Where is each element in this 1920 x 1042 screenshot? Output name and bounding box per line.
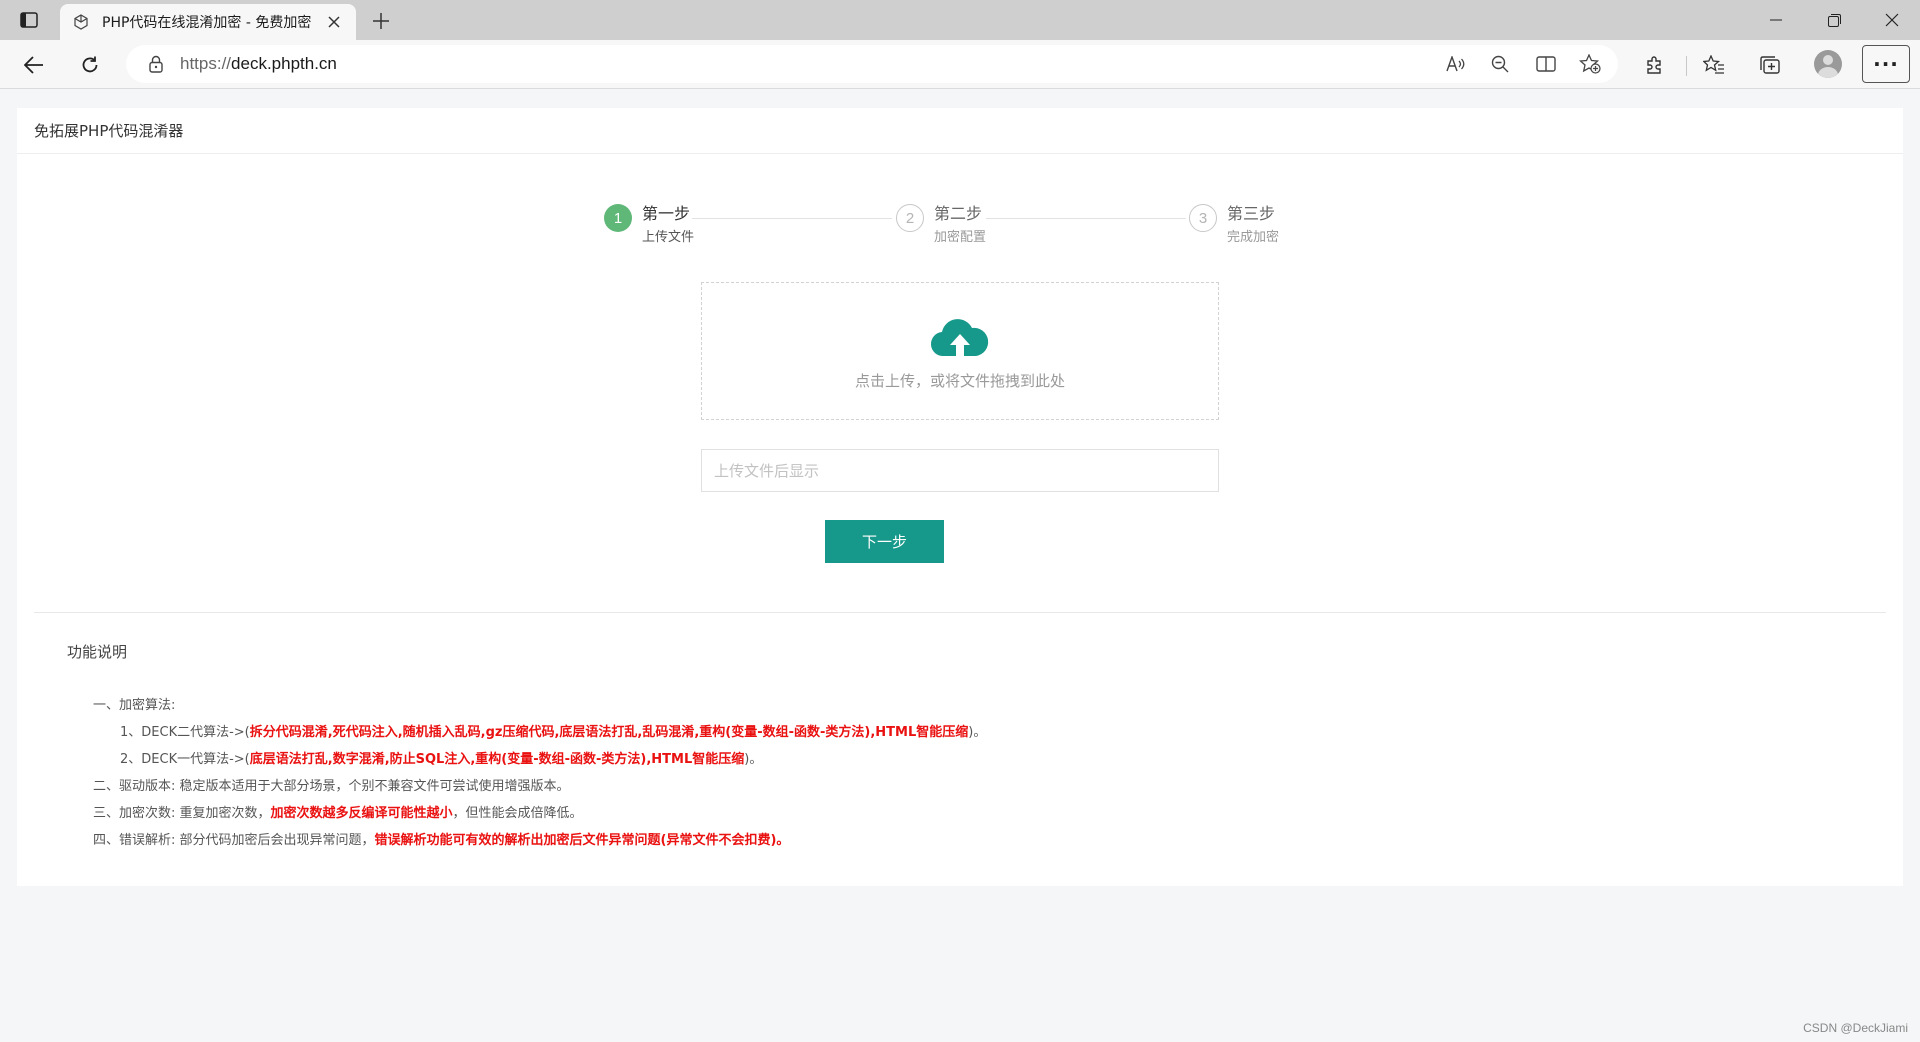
step-2-number: 2 (896, 204, 924, 232)
obfuscator-card: 免拓展PHP代码混淆器 1 第一步 上传文件 2 第二步 加密配置 3 第三步 … (17, 108, 1903, 886)
page-title: 免拓展PHP代码混淆器 (34, 122, 184, 140)
item-text: ，但性能会成倍降低。 (452, 806, 583, 821)
cloud-upload-icon (930, 318, 989, 356)
card-header: 免拓展PHP代码混淆器 (17, 108, 1903, 154)
new-tab-icon[interactable] (366, 6, 396, 36)
list-item: 四、错误解析: 部分代码加密后会出现异常问题，错误解析功能可有效的解析出加密后文… (93, 827, 986, 854)
step-3-title: 第三步 (1227, 204, 1276, 223)
item-text: )。 (744, 752, 763, 767)
favorites-icon[interactable] (1694, 48, 1734, 82)
extensions-icon[interactable] (1634, 48, 1674, 82)
item-text: )。 (968, 725, 987, 740)
item-text: 三、加密次数: 重复加密次数， (93, 806, 271, 821)
url-host: deck.phpth.cn (231, 54, 337, 73)
step-3-number: 3 (1189, 204, 1217, 232)
restore-icon[interactable] (1806, 0, 1862, 40)
tab-close-icon[interactable] (324, 12, 344, 32)
profile-avatar[interactable] (1814, 50, 1842, 78)
toolbar-separator (1686, 56, 1687, 76)
browser-tab-bar: PHP代码在线混淆加密 - 免费加密 (0, 0, 1920, 40)
step-indicator: 1 第一步 上传文件 2 第二步 加密配置 3 第三步 完成加密 (604, 200, 1304, 250)
item-text: 四、错误解析: 部分代码加密后会出现异常问题， (93, 833, 375, 848)
list-item: 二、驱动版本: 稳定版本适用于大部分场景，个别不兼容文件可尝试使用增强版本。 (93, 773, 986, 800)
browser-tab-active[interactable]: PHP代码在线混淆加密 - 免费加密 (60, 4, 356, 40)
list-item: 2、DECK一代算法->(底层语法打乱,数字混淆,防止SQL注入,重构(变量-数… (93, 746, 986, 773)
back-arrow-icon[interactable] (16, 48, 52, 82)
item-text: 1、DECK二代算法->( (120, 725, 250, 740)
step-1-desc: 上传文件 (642, 230, 695, 245)
url-text: https://deck.phpth.cn (180, 54, 337, 74)
feature-description-list: 一、加密算法: 1、DECK二代算法->(拆分代码混淆,死代码注入,随机插入乱码… (93, 692, 986, 854)
read-aloud-icon[interactable] (1436, 45, 1476, 83)
tab-title: PHP代码在线混淆加密 - 免费加密 (102, 15, 312, 31)
file-upload-dropzone[interactable]: 点击上传，或将文件拖拽到此处 (701, 282, 1219, 420)
item-highlight: 拆分代码混淆,死代码注入,随机插入乱码,gz压缩代码,底层语法打乱,乱码混淆,重… (249, 725, 969, 740)
zoom-out-icon[interactable] (1480, 45, 1520, 83)
step-1-title: 第一步 (642, 204, 691, 223)
step-1-number: 1 (604, 204, 632, 232)
list-item: 三、加密次数: 重复加密次数，加密次数越多反编译可能性越小，但性能会成倍降低。 (93, 800, 986, 827)
address-bar[interactable]: https://deck.phpth.cn (126, 45, 1618, 83)
browser-toolbar: https://deck.phpth.cn ··· (0, 40, 1920, 89)
feature-description-title: 功能说明 (67, 643, 128, 661)
next-step-button[interactable]: 下一步 (825, 520, 944, 563)
step-2-desc: 加密配置 (934, 230, 987, 245)
refresh-icon[interactable] (72, 48, 108, 82)
close-window-icon[interactable] (1864, 0, 1920, 40)
collections-icon[interactable] (1750, 48, 1790, 82)
split-screen-icon[interactable] (1526, 45, 1566, 83)
minimize-icon[interactable] (1748, 0, 1804, 40)
item-text: 一、加密算法: (93, 698, 176, 713)
step-connector-line (986, 218, 1186, 219)
watermark: CSDN @DeckJiami (1803, 1021, 1908, 1035)
list-item: 1、DECK二代算法->(拆分代码混淆,死代码注入,随机插入乱码,gz压缩代码,… (93, 719, 986, 746)
item-highlight: 错误解析功能可有效的解析出加密后文件异常问题(异常文件不会扣费)。 (374, 833, 790, 848)
item-highlight: 加密次数越多反编译可能性越小 (270, 806, 453, 821)
add-favorite-icon[interactable] (1570, 45, 1610, 83)
more-menu-icon[interactable]: ··· (1862, 45, 1910, 83)
item-text: 2、DECK一代算法->( (120, 752, 250, 767)
list-item: 一、加密算法: (93, 692, 986, 719)
step-3-desc: 完成加密 (1227, 230, 1280, 245)
step-2-title: 第二步 (934, 204, 983, 223)
lock-icon[interactable] (136, 45, 176, 83)
tab-actions-icon[interactable] (10, 6, 48, 34)
upload-hint: 点击上传，或将文件拖拽到此处 (854, 371, 1065, 390)
section-divider (34, 612, 1886, 613)
item-text: 二、驱动版本: 稳定版本适用于大部分场景，个别不兼容文件可尝试使用增强版本。 (93, 779, 570, 794)
item-highlight: 底层语法打乱,数字混淆,防止SQL注入,重构(变量-数组-函数-类方法),HTM… (249, 752, 745, 767)
uploaded-file-field[interactable] (701, 449, 1219, 492)
url-scheme: https:// (180, 54, 232, 73)
site-favicon-icon (72, 13, 90, 31)
step-connector-line (692, 218, 892, 219)
